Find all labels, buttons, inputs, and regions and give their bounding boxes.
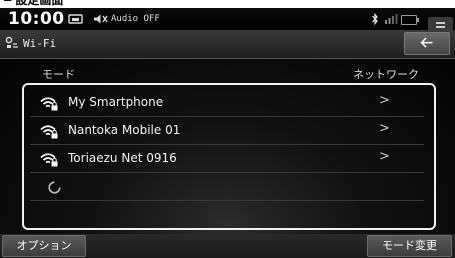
status-bar: 10:00 Audio OFF xyxy=(0,8,455,36)
chevron-right-icon: > xyxy=(379,121,390,136)
header-bar: Wi-Fi xyxy=(0,30,455,59)
caption-text: ━ 設定画面 xyxy=(4,0,64,7)
options-button[interactable]: オプション xyxy=(2,235,86,257)
bottom-bar: オプション モード変更 xyxy=(0,234,455,258)
back-arrow-icon xyxy=(420,37,433,48)
chevron-right-icon: > xyxy=(379,93,390,108)
back-button[interactable] xyxy=(404,32,450,55)
network-item[interactable]: Toriaezu Net 0916 > xyxy=(30,145,424,173)
bluetooth-icon xyxy=(372,13,378,25)
network-name: My Smartphone xyxy=(68,95,164,109)
audio-status: Audio OFF xyxy=(111,14,160,24)
signal-icon xyxy=(385,14,398,24)
wifi-settings-icon xyxy=(5,36,18,48)
clock: 10:00 xyxy=(8,9,65,29)
battery-icon xyxy=(401,15,419,25)
mode-change-button[interactable]: モード変更 xyxy=(367,235,452,257)
network-item[interactable]: My Smartphone > xyxy=(30,89,424,117)
menu-icon xyxy=(436,22,445,24)
main-content: モード ネットワーク My Smartphone > Nantoka Mobil… xyxy=(0,59,455,234)
wifi-lock-icon xyxy=(40,97,58,111)
chevron-right-icon: > xyxy=(379,149,390,164)
column-header-network: ネットワーク xyxy=(353,68,419,81)
network-item[interactable]: Nantoka Mobile 01 > xyxy=(30,117,424,145)
loading-spinner-icon xyxy=(48,181,61,194)
network-name: Nantoka Mobile 01 xyxy=(68,123,181,137)
page-title: Wi-Fi xyxy=(23,37,57,50)
screen-caption: ━ 設定画面 xyxy=(0,0,455,8)
loading-row xyxy=(30,173,424,201)
divider xyxy=(30,200,424,201)
network-list: My Smartphone > Nantoka Mobile 01 > Tori… xyxy=(22,83,436,230)
wifi-lock-icon xyxy=(40,153,58,167)
car-icon xyxy=(68,14,83,24)
mute-icon xyxy=(94,14,108,24)
column-header-mode: モード xyxy=(42,68,75,81)
network-name: Toriaezu Net 0916 xyxy=(68,151,177,165)
wifi-lock-icon xyxy=(40,125,58,139)
